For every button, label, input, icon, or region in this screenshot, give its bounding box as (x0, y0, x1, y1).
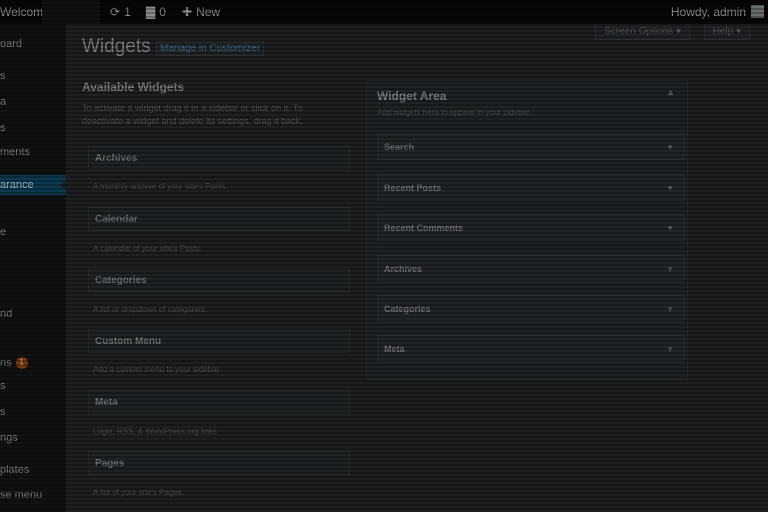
sidebar-item-users[interactable]: s (0, 376, 66, 396)
area-widget-label: Archives (384, 264, 423, 274)
new-content-link[interactable]: ✚ New (182, 0, 220, 24)
sidebar-item-label: a (0, 96, 7, 108)
widget-pages[interactable]: Pages (88, 451, 350, 475)
sidebar-item-pages[interactable]: s (0, 118, 66, 138)
area-widget-recent-comments[interactable]: Recent Comments ▼ (377, 214, 685, 241)
sidebar-item-label: nd (0, 308, 13, 320)
widget-archives[interactable]: Archives (88, 146, 350, 170)
chevron-down-icon: ▾ (735, 26, 741, 37)
sidebar-item-label: ns (0, 357, 12, 369)
sidebar-item-settings[interactable]: ngs (0, 428, 66, 448)
area-widget-archives[interactable]: Archives ▼ (377, 255, 685, 282)
comments-link[interactable]: ▇ 0 (146, 0, 166, 24)
sidebar-item-dashboard[interactable]: oard (0, 34, 66, 54)
area-widget-label: Categories (384, 304, 431, 314)
sidebar-item-label: e (0, 226, 7, 238)
comment-icon: ▇ (146, 5, 156, 19)
area-widget-label: Recent Posts (384, 183, 442, 193)
site-name-extension (42, 0, 100, 24)
widget-description: Login, RSS, & WordPress.org links. (93, 427, 220, 436)
admin-bar: Welcome ⟳ 1 ▇ 0 ✚ New Howdy, admin (0, 0, 768, 24)
chevron-down-icon[interactable]: ▼ (666, 134, 674, 161)
widget-description: A calendar of your site's Posts. (93, 244, 203, 253)
sidebar-item-label: s (0, 380, 6, 392)
sidebar-item-label: s (0, 406, 6, 418)
area-widget-label: Meta (384, 344, 405, 354)
chevron-down-icon[interactable]: ▼ (666, 215, 674, 242)
admin-sidebar: oard s a s ments arance e nd ns 1 s s ngs… (0, 24, 66, 512)
area-widget-meta[interactable]: Meta ▼ (377, 335, 685, 362)
widget-description: A list or dropdown of categories. (93, 305, 207, 314)
comments-count: 0 (159, 5, 166, 19)
sidebar-item-label: arance (0, 179, 34, 191)
update-badge: 1 (15, 357, 28, 370)
chevron-down-icon: ▾ (675, 26, 681, 37)
new-label: New (196, 5, 221, 19)
widget-calendar[interactable]: Calendar (88, 207, 350, 231)
widget-description: A list of your site's Pages. (93, 488, 184, 497)
chevron-down-icon[interactable]: ▼ (666, 296, 674, 323)
widget-area-description: Add widgets here to appear in your sideb… (377, 108, 532, 117)
sidebar-item-label: plates (0, 464, 30, 476)
sidebar-item-appearance[interactable]: arance (0, 175, 66, 195)
collapse-arrow-icon[interactable]: ▲ (666, 87, 675, 97)
area-widget-search[interactable]: Search ▼ (377, 133, 685, 160)
chevron-down-icon[interactable]: ▼ (666, 256, 674, 283)
widget-area-title[interactable]: Widget Area (377, 89, 446, 103)
sidebar-item-label: s (0, 122, 6, 134)
howdy-label: Howdy, admin (670, 5, 746, 19)
widget-area-panel: Widget Area ▲ Add widgets here to appear… (366, 80, 688, 380)
widget-description: A monthly archive of your site's Posts. (93, 182, 228, 191)
screen-options-button[interactable]: Screen Options ▾ (595, 24, 690, 40)
area-widget-label: Recent Comments (384, 223, 464, 233)
sidebar-item-background[interactable]: nd (0, 304, 66, 324)
chevron-down-icon[interactable]: ▼ (666, 175, 674, 202)
area-widget-categories[interactable]: Categories ▼ (377, 295, 685, 322)
screen-options-label: Screen Options (604, 26, 674, 37)
sidebar-item-posts[interactable]: s (0, 66, 66, 86)
sidebar-item-label: ngs (0, 432, 18, 444)
page-title: Widgets (82, 36, 151, 57)
sidebar-item-comments[interactable]: ments (0, 142, 66, 162)
chevron-down-icon[interactable]: ▼ (666, 336, 674, 363)
sidebar-item-label: ments (0, 146, 30, 158)
collapse-menu-button[interactable]: se menu (0, 485, 66, 505)
widget-description: Add a custom menu to your sidebar. (93, 365, 222, 374)
plus-icon: ✚ (182, 5, 193, 19)
sidebar-item-plugins[interactable]: ns 1 (0, 353, 66, 373)
available-widgets-description: To activate a widget drag it to a sideba… (82, 103, 303, 126)
widget-custom-menu[interactable]: Custom Menu (88, 329, 350, 353)
available-widgets-heading: Available Widgets (82, 80, 185, 94)
updates-icon: ⟳ (110, 5, 121, 19)
sidebar-item-tools[interactable]: s (0, 402, 66, 422)
sidebar-item-media[interactable]: a (0, 92, 66, 112)
account-menu[interactable]: Howdy, admin (671, 0, 746, 24)
sidebar-item-label: s (0, 70, 6, 82)
help-label: Help (712, 26, 734, 37)
main-content: Widgets Manage in Customizer Screen Opti… (66, 24, 768, 512)
sidebar-item-label: oard (0, 38, 23, 50)
area-widget-label: Search (384, 142, 415, 152)
manage-in-customizer-link[interactable]: Manage in Customizer (156, 41, 265, 56)
sidebar-item-theme[interactable]: e (0, 222, 66, 242)
avatar[interactable] (751, 5, 764, 18)
area-widget-recent-posts[interactable]: Recent Posts ▼ (377, 174, 685, 201)
updates-link[interactable]: ⟳ 1 (110, 0, 131, 24)
help-button[interactable]: Help ▾ (703, 24, 750, 40)
updates-count: 1 (124, 5, 131, 19)
sidebar-item-label: se menu (0, 489, 43, 501)
widget-meta[interactable]: Meta (88, 390, 350, 414)
widget-categories[interactable]: Categories (88, 268, 350, 292)
sidebar-item-templates[interactable]: plates (0, 460, 66, 480)
